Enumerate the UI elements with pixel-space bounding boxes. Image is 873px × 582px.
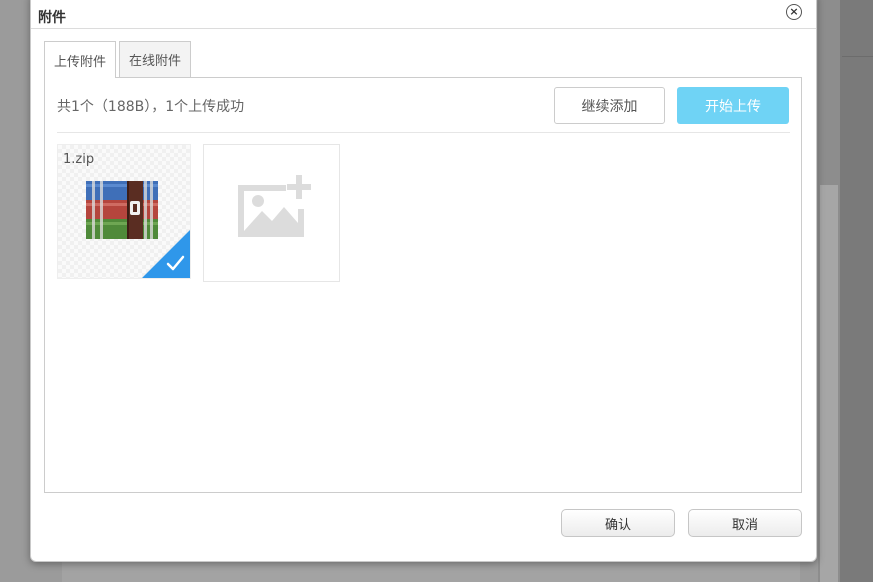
close-icon: × — [789, 5, 799, 18]
tab-label: 上传附件 — [53, 54, 106, 70]
continue-add-button[interactable]: 继续添加 — [554, 87, 665, 124]
tab-online-attachment[interactable]: 在线附件 — [119, 41, 191, 77]
background-right-strip — [840, 0, 873, 582]
tab-label: 在线附件 — [128, 54, 181, 69]
background-divider — [842, 56, 873, 57]
continue-add-label: 继续添加 — [581, 98, 638, 115]
background-scrollbar-thumb[interactable] — [820, 185, 838, 582]
cancel-button[interactable]: 取消 — [688, 509, 802, 537]
cancel-label: 取消 — [731, 517, 758, 533]
confirm-button[interactable]: 确认 — [561, 509, 675, 537]
upload-status: 共1个（188B），1个上传成功 — [57, 99, 245, 115]
add-image-icon — [238, 175, 311, 237]
dialog-titlebar: 附件 × — [31, 0, 816, 29]
start-upload-label: 开始上传 — [705, 98, 761, 115]
attachment-dialog: 附件 × 上传附件 在线附件 共1个（188B），1个上传成功 继续添加 开始上… — [30, 0, 817, 562]
upload-panel: 共1个（188B），1个上传成功 继续添加 开始上传 1.zip — [44, 77, 802, 493]
confirm-label: 确认 — [604, 517, 631, 533]
panel-divider — [57, 132, 790, 133]
close-button[interactable]: × — [786, 4, 802, 20]
dialog-title: 附件 — [38, 10, 66, 26]
tab-upload-attachment[interactable]: 上传附件 — [44, 41, 116, 78]
file-name: 1.zip — [63, 152, 95, 167]
start-upload-button[interactable]: 开始上传 — [677, 87, 789, 124]
file-item[interactable]: 1.zip — [57, 144, 191, 279]
add-file-placeholder[interactable] — [203, 144, 340, 282]
upload-success-check-icon — [142, 230, 190, 278]
